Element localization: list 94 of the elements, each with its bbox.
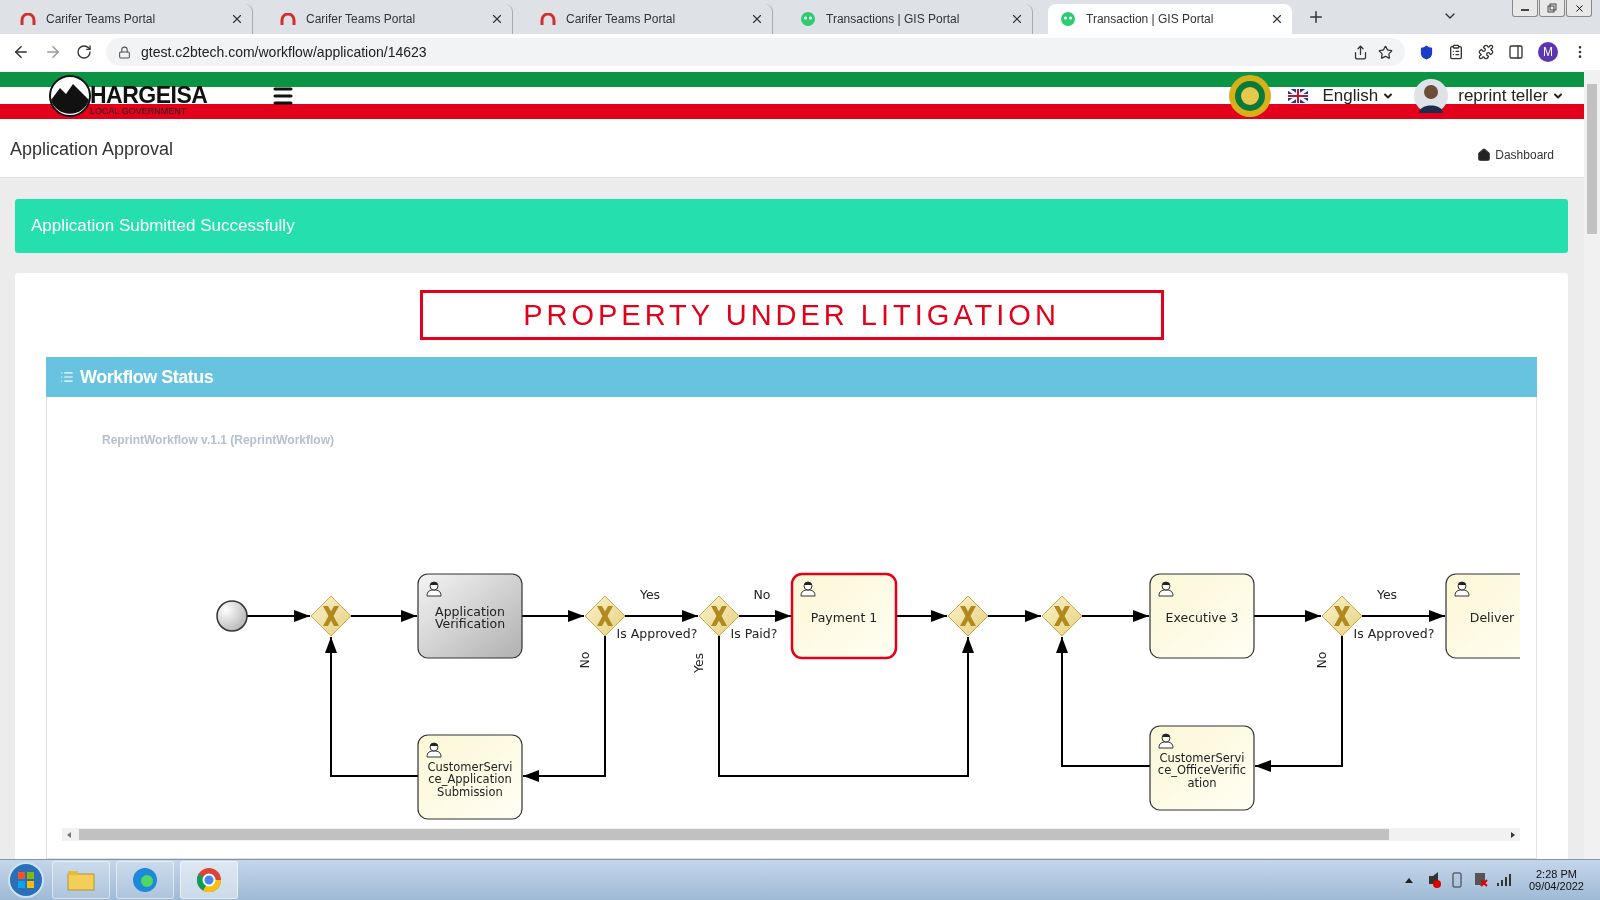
reload-icon[interactable]: [76, 44, 92, 60]
flow-arrow: [521, 610, 585, 622]
arch-icon: [540, 13, 556, 25]
process-name: ReprintWorkflow v.1.1 (ReprintWorkflow): [102, 433, 335, 447]
gateway-icon: [310, 595, 352, 637]
task-label: Deliver: [1469, 610, 1515, 625]
tray-icons-drawing[interactable]: [1402, 870, 1513, 890]
logo-subtitle: LOCAL GOVERNMENT: [90, 107, 188, 116]
side-panel-icon[interactable]: [1508, 44, 1524, 60]
profile-avatar[interactable]: M: [1538, 42, 1558, 62]
gateway-icon: [584, 595, 626, 637]
new-tab-icon[interactable]: [1307, 8, 1325, 26]
horizontal-scrollbar[interactable]: [62, 828, 1520, 841]
flow-arrow: [1081, 610, 1150, 622]
task-label: Executive 3: [1165, 610, 1239, 625]
clock-time: 2:28 PM: [1536, 868, 1577, 880]
flow-arrow: [895, 610, 948, 622]
address-bar[interactable]: gtest.c2btech.com/workflow/application/14623: [106, 38, 1405, 66]
gateway-icon: [698, 595, 740, 637]
success-alert: Application Submitted Successfully: [15, 199, 1568, 253]
scroll-left-icon[interactable]: [65, 830, 73, 839]
flow-label: Is Approved?: [616, 626, 698, 641]
browser-taskbar-icon[interactable]: [116, 861, 174, 899]
user-icon: [426, 581, 442, 597]
tab-title: Transaction | GIS Portal: [1086, 12, 1215, 26]
browser-tab[interactable]: Transaction | GIS Portal: [1048, 4, 1292, 34]
litigation-banner: PROPERTY UNDER LITIGATION: [419, 290, 1164, 340]
shield-icon[interactable]: [1419, 44, 1434, 60]
flow-label: Yes: [639, 587, 661, 602]
flow-arrow: [987, 610, 1042, 622]
chrome-taskbar-icon[interactable]: [180, 861, 238, 899]
close-icon[interactable]: [230, 12, 244, 26]
flow-label: Yes: [1376, 587, 1398, 602]
tab-title: Transactions | GIS Portal: [826, 12, 961, 26]
gateway-icon: [947, 595, 989, 637]
forward-icon[interactable]: [44, 43, 62, 61]
close-icon[interactable]: [1270, 12, 1284, 26]
panel-title: Workflow Status: [80, 366, 214, 388]
task-label: CustomerServi ce_Application Submission: [427, 759, 513, 799]
flow-label: No: [753, 587, 771, 602]
flow-label: Is Paid?: [730, 626, 778, 641]
page-title: Application Approval: [10, 139, 174, 160]
back-icon[interactable]: [12, 43, 30, 61]
arch-icon: [280, 13, 296, 25]
avatar-icon: [1414, 79, 1449, 113]
lock-icon: [118, 45, 131, 59]
user-dropdown[interactable]: reprint teller: [1458, 86, 1564, 106]
puzzle-icon[interactable]: [1478, 44, 1494, 60]
user-icon: [1158, 733, 1174, 749]
task-label: Payment 1: [810, 610, 878, 625]
home-icon: [1477, 147, 1492, 162]
task-label: CustomerServi ce_OfficeVerific ation: [1157, 750, 1247, 790]
flow-arrow: [350, 610, 418, 622]
url-text: gtest.c2btech.com/workflow/application/14623: [141, 44, 428, 60]
clock-date: 09/04/2022: [1528, 880, 1584, 892]
clipboard-icon[interactable]: [1448, 44, 1464, 60]
tab-title: Carifer Teams Portal: [566, 12, 677, 26]
flow-label: Yes: [691, 652, 706, 674]
start-event-circle: [216, 600, 248, 632]
globe-icon: [1060, 11, 1076, 27]
gateway-icon: [1041, 595, 1083, 637]
language-dropdown[interactable]: English: [1322, 86, 1395, 106]
flow-label: No: [1314, 651, 1329, 669]
flag-icon: [1288, 89, 1309, 103]
emblem-icon: [1228, 74, 1273, 118]
flow-arrow: [738, 610, 792, 622]
star-icon[interactable]: [1378, 44, 1393, 60]
flow-label: Is Approved?: [1353, 626, 1435, 641]
flow-label: No: [577, 651, 592, 669]
start-orb-icon[interactable]: [6, 861, 46, 899]
list-icon: [60, 370, 74, 384]
flow-arrow: [246, 610, 311, 622]
close-icon[interactable]: [1010, 12, 1024, 26]
minimize-icon[interactable]: [1512, 0, 1538, 17]
tab-title: Carifer Teams Portal: [46, 12, 157, 26]
flow-arrow: [1253, 610, 1322, 622]
share-icon[interactable]: [1353, 44, 1368, 60]
globe-icon: [800, 11, 816, 27]
close-icon[interactable]: [490, 12, 504, 26]
task-label: Application Verification: [434, 603, 506, 632]
vertical-scrollbar[interactable]: [1584, 70, 1600, 859]
scroll-right-icon[interactable]: [1509, 830, 1517, 839]
gateway-icon: [1321, 595, 1363, 637]
user-icon: [800, 581, 816, 597]
close-icon[interactable]: [750, 12, 764, 26]
user-icon: [1454, 581, 1470, 597]
user-icon: [1158, 581, 1174, 597]
dashboard-link[interactable]: Dashboard: [1477, 137, 1554, 162]
tab-title: Carifer Teams Portal: [306, 12, 417, 26]
restore-icon[interactable]: [1539, 0, 1565, 17]
logo-icon: [48, 74, 92, 118]
user-icon: [426, 742, 442, 758]
logo-title: HARGEISA: [90, 84, 208, 107]
arch-icon: [20, 13, 36, 25]
